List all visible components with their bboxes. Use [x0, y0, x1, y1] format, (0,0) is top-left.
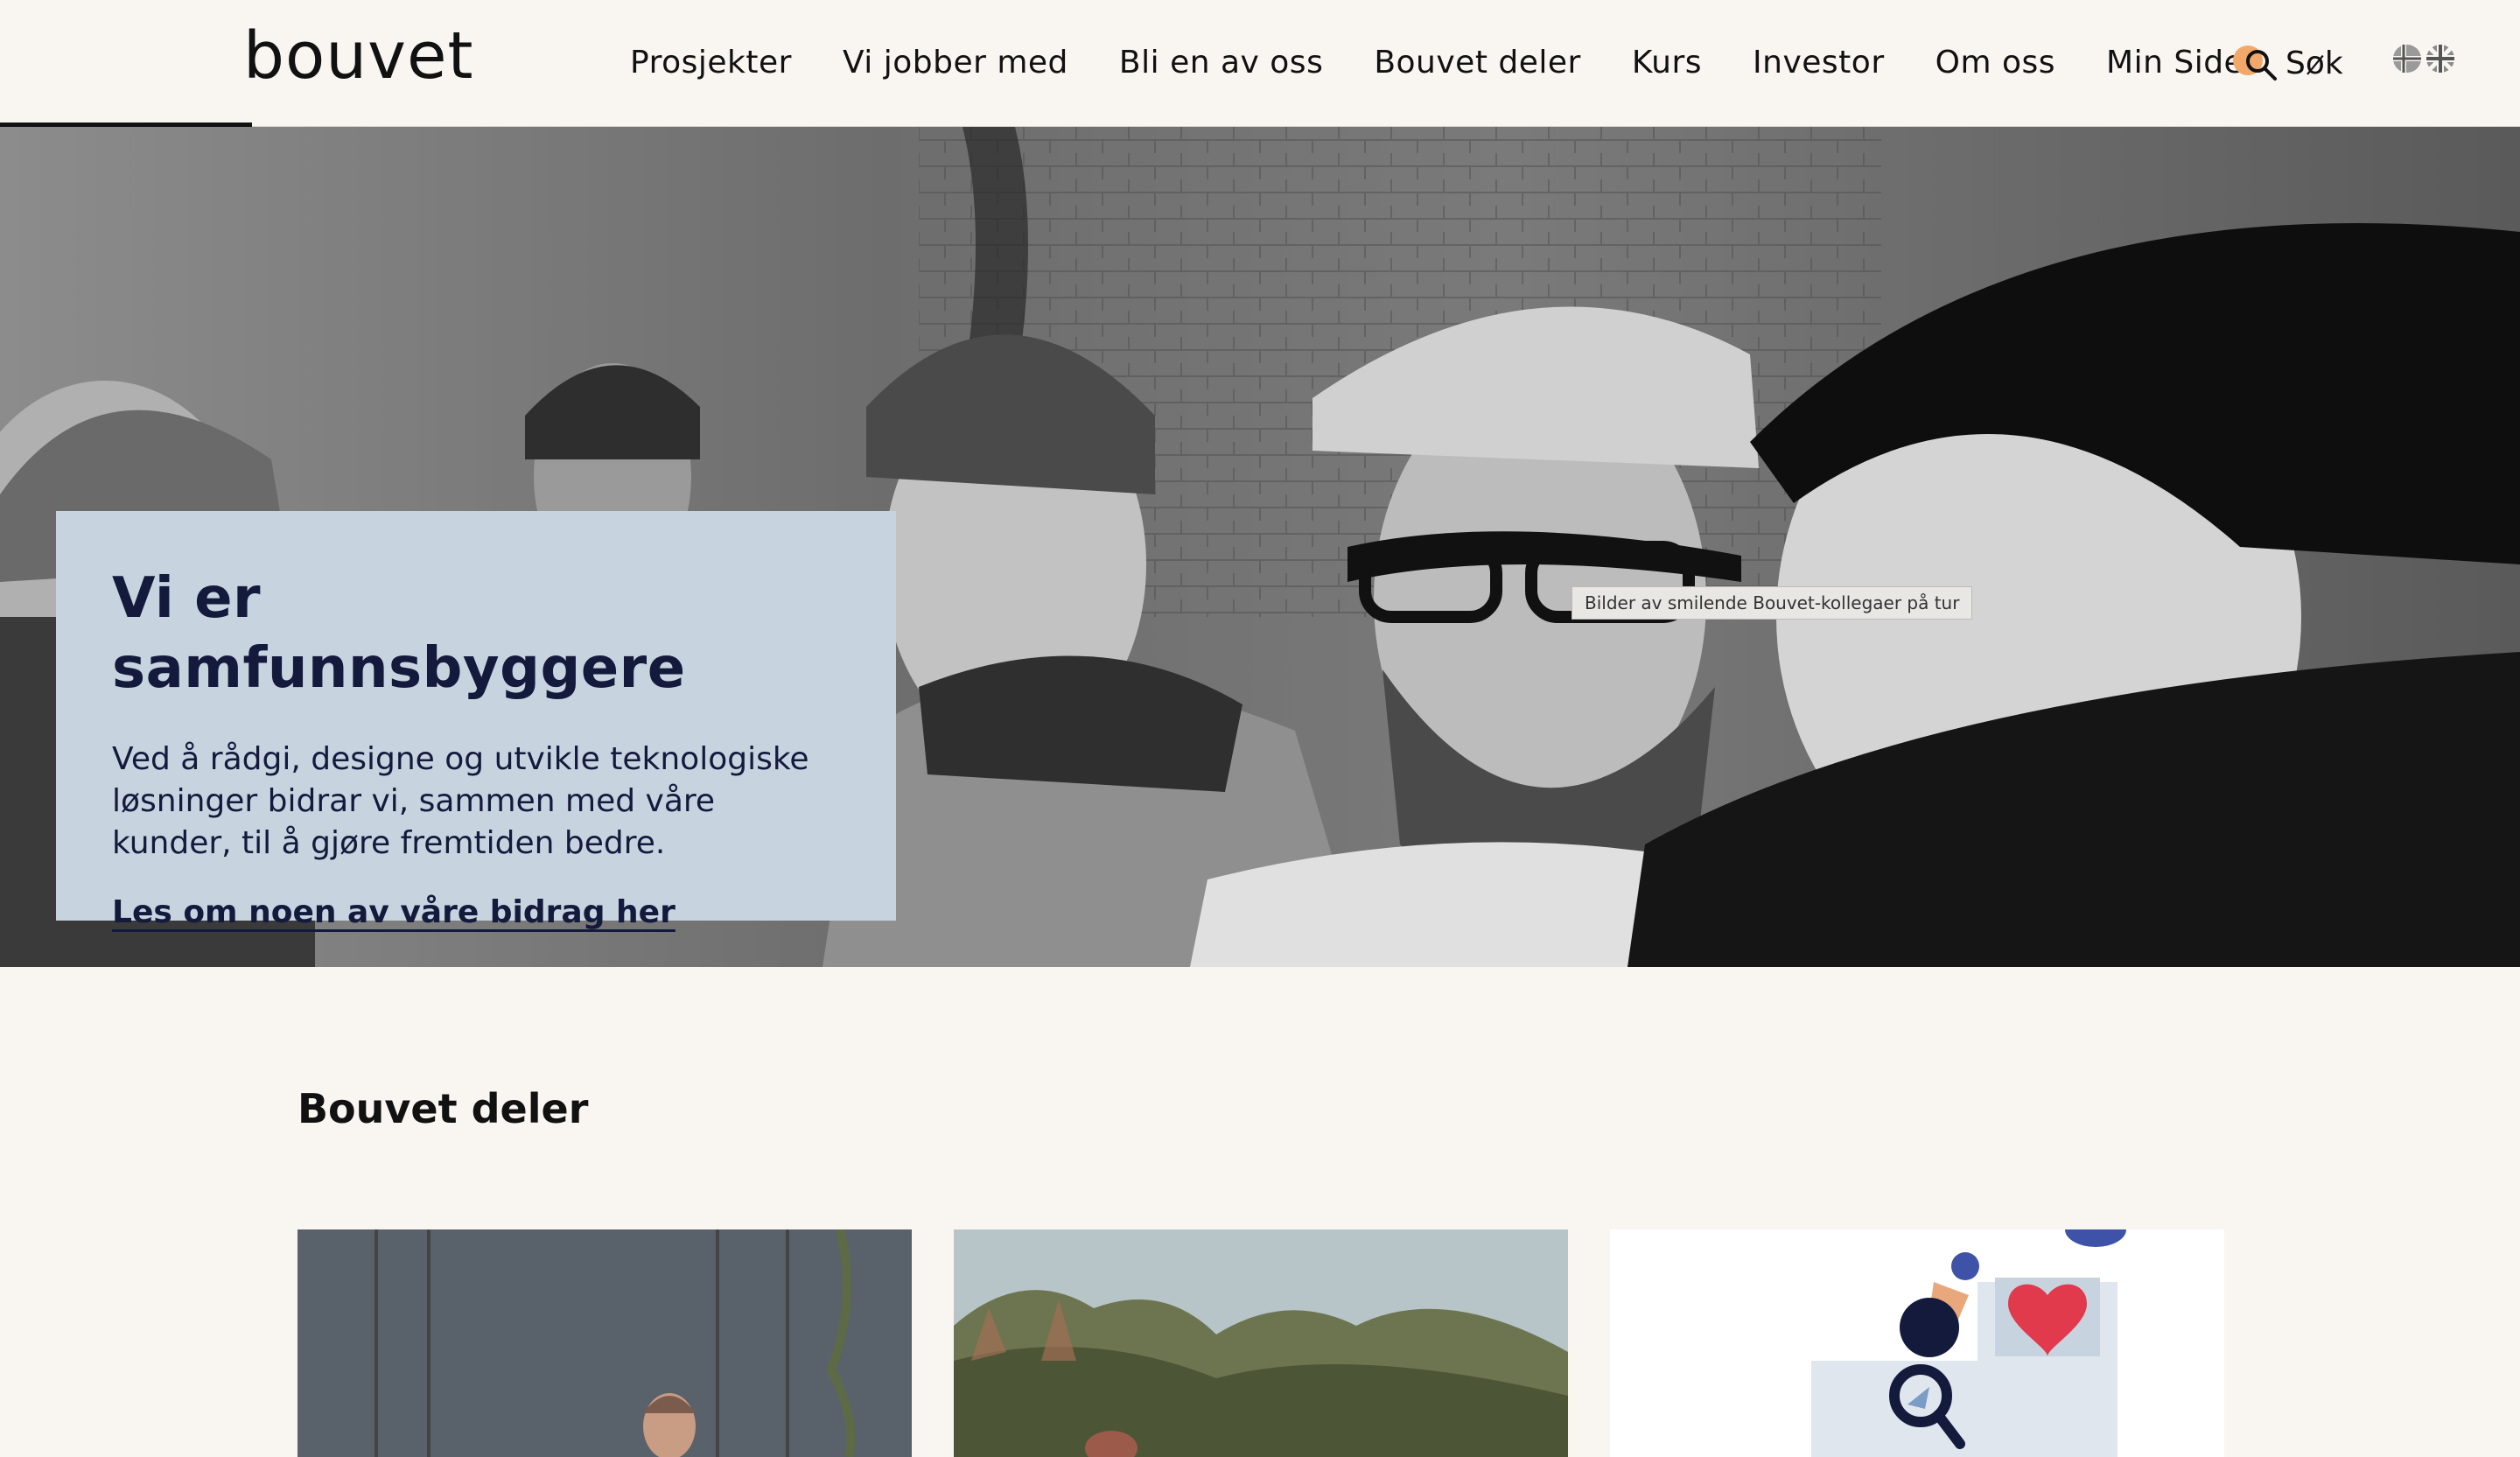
search-button[interactable]: Søk — [2233, 39, 2343, 88]
nav-item-bli-en-av-oss[interactable]: Bli en av oss — [1119, 39, 1323, 88]
nav-item-prosjekter[interactable]: Prosjekter — [630, 39, 792, 88]
main-nav: Prosjekter Vi jobber med Bli en av oss B… — [630, 39, 2244, 88]
hero-card: Vi er samfunnsbyggere Ved å rådgi, desig… — [56, 511, 896, 930]
bouvet-logo[interactable]: bouvet — [243, 21, 473, 91]
card-list — [298, 1229, 2224, 1457]
nav-item-investor[interactable]: Investor — [1753, 39, 1885, 88]
card-image-1[interactable] — [298, 1229, 912, 1457]
nav-item-om-oss[interactable]: Om oss — [1936, 39, 2055, 88]
card-image-3[interactable] — [1610, 1229, 2224, 1457]
nav-item-kurs[interactable]: Kurs — [1632, 39, 1702, 88]
card-image-2[interactable] — [954, 1229, 1568, 1457]
norway-flag-icon[interactable] — [2392, 44, 2422, 77]
uk-flag-icon[interactable] — [2426, 44, 2455, 77]
hero-section: Bilder av smilende Bouvet-kollegaer på t… — [0, 127, 2520, 967]
nav-item-bouvet-deler[interactable]: Bouvet deler — [1374, 39, 1581, 88]
card-photo-1 — [298, 1229, 912, 1457]
section-title: Bouvet deler — [298, 1085, 589, 1132]
nav-item-min-side[interactable]: Min Side — [2106, 39, 2244, 88]
image-tooltip: Bilder av smilende Bouvet-kollegaer på t… — [1572, 586, 1973, 620]
hero-link[interactable]: Les om noen av våre bidrag her — [112, 894, 676, 930]
hero-title: Vi er samfunnsbyggere — [112, 566, 686, 701]
card-photo-2 — [954, 1229, 1568, 1457]
language-switcher — [2392, 44, 2455, 77]
card-illustration-3 — [1610, 1229, 2224, 1457]
search-icon — [2233, 39, 2286, 88]
search-label: Søk — [2286, 45, 2343, 81]
hero-text: Ved å rådgi, designe og utvikle teknolog… — [112, 741, 809, 861]
site-header: bouvet Prosjekter Vi jobber med Bli en a… — [0, 0, 2520, 128]
nav-item-vi-jobber-med[interactable]: Vi jobber med — [843, 39, 1068, 88]
